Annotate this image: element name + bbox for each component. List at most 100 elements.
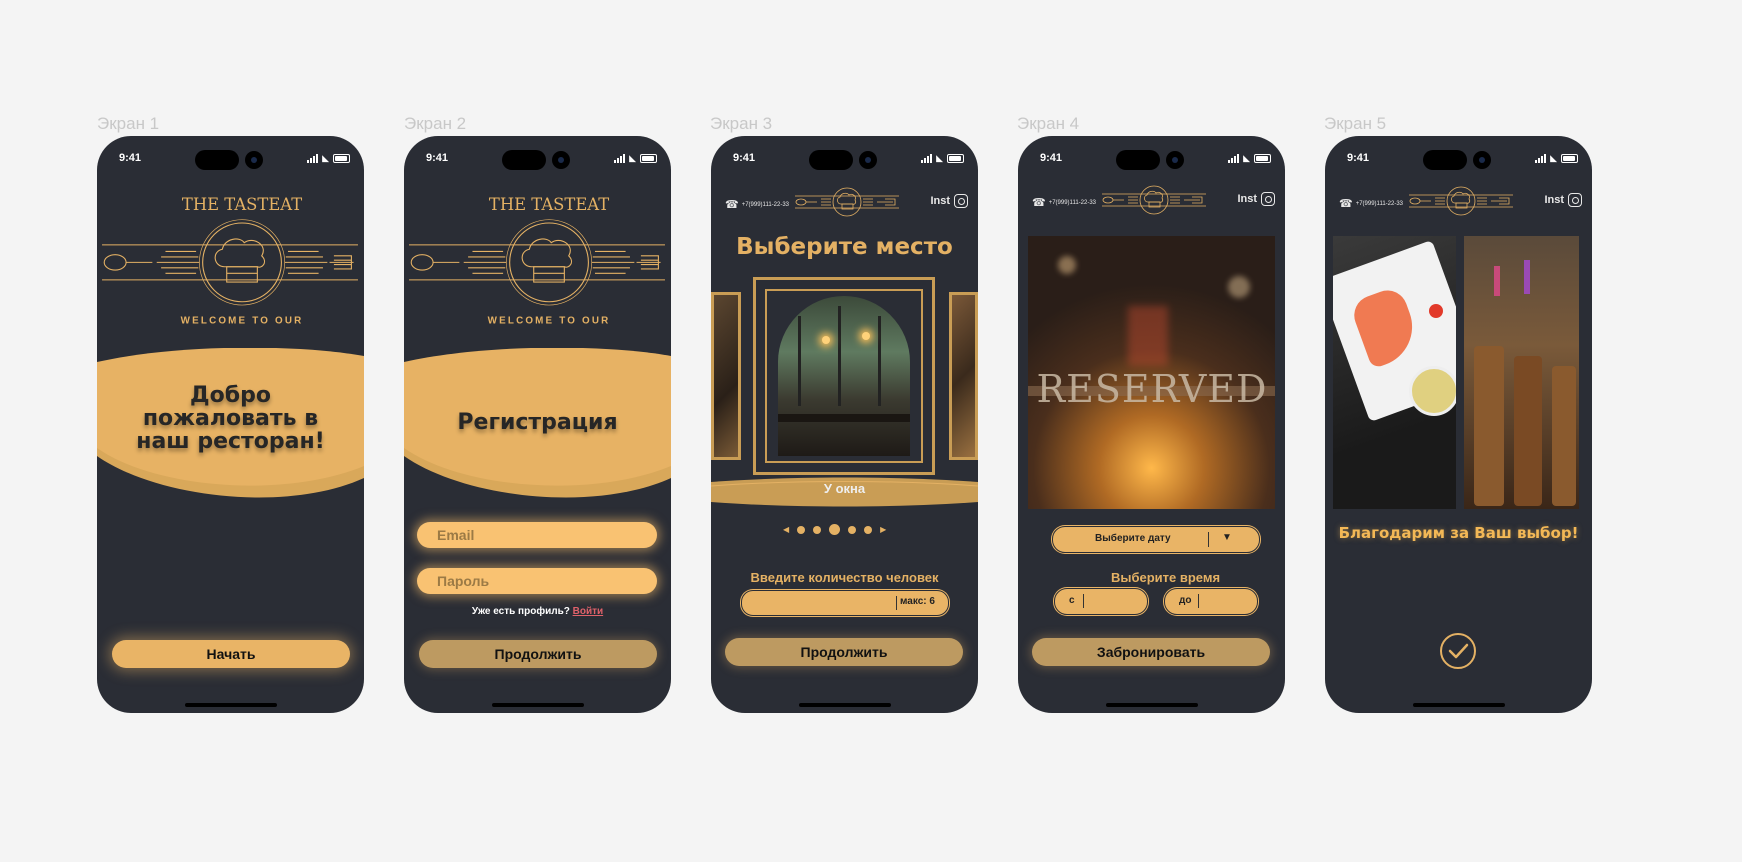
- logo-top-text: THE TASTEAT: [182, 195, 302, 214]
- password-field[interactable]: Пароль: [417, 568, 657, 594]
- continue-button[interactable]: Продолжить: [725, 638, 963, 666]
- header-phone[interactable]: ☎ +7(999)111-22-33: [725, 198, 789, 211]
- signal-icon: [1535, 154, 1547, 163]
- screen-label-1: Экран 1: [97, 114, 160, 133]
- book-button[interactable]: Забронировать: [1032, 638, 1270, 666]
- carousel-dot[interactable]: [797, 525, 806, 534]
- home-indicator: [184, 703, 277, 707]
- dynamic-island: [1423, 150, 1467, 170]
- inst-label: Inst: [1544, 194, 1564, 206]
- choose-place-title: Выберите место: [736, 234, 953, 260]
- battery-icon: [1254, 154, 1271, 163]
- phone-screen-4: 9:41 ◣ ☎ +7(999)111-22-33 Inst RESERVED В…: [1018, 136, 1285, 713]
- carousel-prev-photo[interactable]: [711, 292, 741, 460]
- instagram-icon: [1568, 193, 1582, 207]
- battery-icon: [333, 154, 350, 163]
- login-link[interactable]: Войти: [573, 606, 604, 617]
- phone-icon: ☎: [725, 199, 739, 211]
- place-caption: У окна: [823, 481, 866, 496]
- status-time: 9:41: [119, 152, 142, 164]
- camera-icon: [1473, 151, 1491, 169]
- instagram-link[interactable]: Inst: [930, 194, 968, 208]
- signal-icon: [307, 154, 319, 163]
- carousel-dot[interactable]: [864, 525, 873, 534]
- carousel-pagination: ◀ ▶: [783, 524, 886, 535]
- sashimi-photo: [1333, 236, 1456, 509]
- registration-title: Регистрация: [457, 410, 618, 435]
- status-bar: 9:41 ◣: [711, 150, 978, 170]
- camera-icon: [245, 151, 263, 169]
- instagram-link[interactable]: Inst: [1544, 193, 1582, 207]
- instagram-icon: [1261, 192, 1275, 206]
- battery-icon: [1561, 154, 1578, 163]
- carousel-dot-active[interactable]: [829, 524, 841, 535]
- reserved-photo: RESERVED: [1028, 236, 1275, 509]
- time-from-input[interactable]: с: [1054, 588, 1148, 615]
- wifi-icon: ◣: [322, 153, 329, 163]
- logo-bottom-text: WELCOME TO OUR: [488, 316, 611, 327]
- dynamic-island: [195, 150, 239, 170]
- phone-number: +7(999)111-22-33: [1048, 199, 1097, 206]
- chevron-down-icon: ▼: [1222, 532, 1232, 543]
- wifi-icon: ◣: [936, 153, 943, 163]
- phone-screen-1: 9:41 ◣ THE TASTEAT WELCOME TO OUR Добро п…: [97, 136, 364, 713]
- header-phone[interactable]: ☎ +7(999)111-22-33: [1032, 196, 1096, 209]
- phone-screen-5: 9:41 ◣ ☎ +7(999)111-22-33 Inst Благодарим…: [1325, 136, 1592, 713]
- phone-number: +7(999)111-22-33: [1355, 200, 1404, 207]
- dynamic-island: [1116, 150, 1160, 170]
- home-indicator: [1412, 703, 1505, 707]
- screen-label-4: Экран 4: [1017, 114, 1080, 133]
- thanks-message: Благодарим за Ваш выбор!: [1338, 524, 1579, 542]
- carousel-next-photo[interactable]: [949, 292, 978, 460]
- welcome-title: Добро пожаловать в наш ресторан!: [136, 383, 325, 454]
- camera-icon: [1166, 151, 1184, 169]
- time-label: Выберите время: [1110, 570, 1221, 585]
- email-field[interactable]: Email: [417, 522, 657, 548]
- carousel-right-arrow-icon[interactable]: ▶: [880, 525, 886, 534]
- svg-text:RESERVED: RESERVED: [1036, 367, 1267, 411]
- carousel-dot[interactable]: [813, 525, 822, 534]
- brand-logo: THE TASTEAT WELCOME TO OUR: [101, 195, 359, 327]
- phone-screen-3: 9:41 ◣ ☎ +7(999)111-22-33 Inst Выберите м…: [711, 136, 978, 713]
- battery-icon: [947, 154, 964, 163]
- people-count-input[interactable]: макс: 6: [741, 590, 949, 616]
- check-circle-icon: [1440, 633, 1476, 669]
- logo-top-text: THE TASTEAT: [489, 195, 609, 214]
- login-prompt: Уже есть профиль? Войти: [404, 606, 671, 617]
- signal-icon: [1228, 154, 1240, 163]
- dynamic-island: [809, 150, 853, 170]
- phone-icon: ☎: [1032, 197, 1046, 209]
- phone-number: +7(999)111-22-33: [741, 201, 790, 208]
- instagram-icon: [954, 194, 968, 208]
- status-bar: 9:41 ◣: [1018, 150, 1285, 170]
- wifi-icon: ◣: [629, 153, 636, 163]
- people-count-label: Введите количество человек: [750, 570, 939, 585]
- carousel-main-photo[interactable]: [753, 277, 935, 475]
- time-to-input[interactable]: до: [1164, 588, 1258, 615]
- inst-label: Inst: [1237, 193, 1257, 205]
- status-bar: 9:41 ◣: [1325, 150, 1592, 170]
- home-indicator: [1105, 703, 1198, 707]
- status-time: 9:41: [426, 152, 449, 164]
- wifi-icon: ◣: [1243, 153, 1250, 163]
- have-profile-text: Уже есть профиль?: [471, 606, 570, 617]
- continue-button[interactable]: Продолжить: [419, 640, 657, 668]
- start-button[interactable]: Начать: [112, 640, 350, 668]
- time-to-label: до: [1179, 595, 1192, 606]
- instagram-link[interactable]: Inst: [1237, 192, 1275, 206]
- status-time: 9:41: [733, 152, 756, 164]
- home-indicator: [798, 703, 891, 707]
- signal-icon: [614, 154, 626, 163]
- date-select[interactable]: Выберите дату ▼: [1052, 526, 1260, 553]
- home-indicator: [491, 703, 584, 707]
- status-time: 9:41: [1040, 152, 1063, 164]
- carousel-left-arrow-icon[interactable]: ◀: [783, 525, 789, 534]
- inst-label: Inst: [930, 195, 950, 207]
- battery-icon: [640, 154, 657, 163]
- header-phone[interactable]: ☎ +7(999)111-22-33: [1339, 197, 1403, 210]
- mini-logo: [795, 187, 899, 217]
- camera-icon: [859, 151, 877, 169]
- carousel-dot[interactable]: [848, 525, 857, 534]
- brand-logo: THE TASTEAT WELCOME TO OUR: [408, 195, 666, 327]
- mini-logo: [1409, 186, 1513, 216]
